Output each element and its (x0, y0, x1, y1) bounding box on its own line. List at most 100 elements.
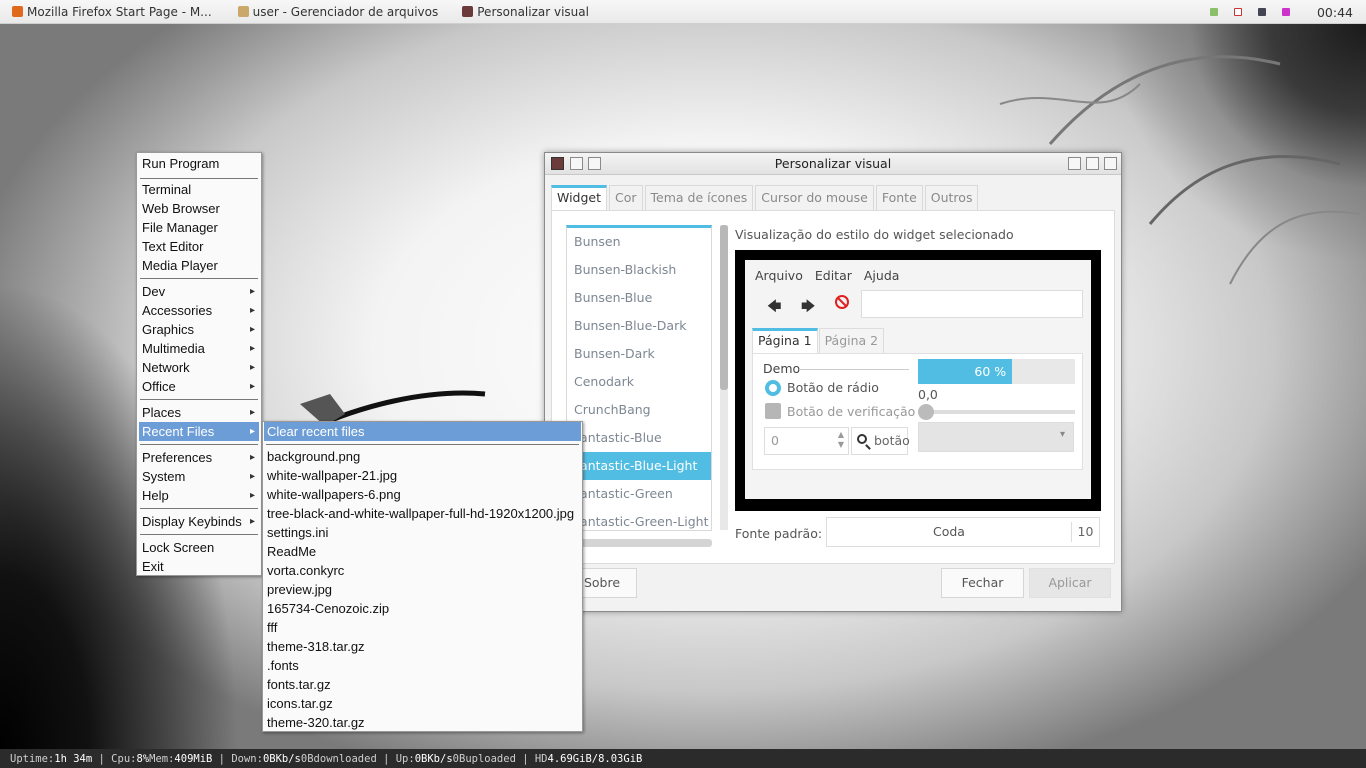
mem-value: 409MiB (174, 752, 213, 765)
theme-item[interactable]: Bunsen (567, 228, 711, 256)
menu-dev[interactable]: Dev (139, 282, 259, 301)
scrollbar-thumb[interactable] (720, 225, 728, 390)
theme-item[interactable]: Fantastic-Blue (567, 424, 711, 452)
theme-list-hscrollbar[interactable] (566, 539, 712, 547)
tab-cursor[interactable]: Cursor do mouse (755, 185, 874, 211)
menu-run-program[interactable]: Run Program (139, 154, 259, 173)
appearance-icon (462, 6, 474, 17)
theme-item[interactable]: Cenodark (567, 368, 711, 396)
recent-file-item[interactable]: 165734-Cenozoic.zip (264, 599, 581, 618)
menu-separator (140, 399, 258, 400)
hd-value: 4.69GiB/8.03GiB (547, 752, 643, 765)
recent-file-item[interactable]: preview.jpg (264, 580, 581, 599)
volume-icon[interactable] (1282, 8, 1290, 16)
tab-tema-icones[interactable]: Tema de ícones (644, 185, 754, 211)
theme-item[interactable]: Bunsen-Dark (567, 340, 711, 368)
recent-file-item[interactable]: white-wallpapers-6.png (264, 485, 581, 504)
task-firefox[interactable]: Mozilla Firefox Start Page - M... (0, 0, 220, 24)
menu-help[interactable]: Help (139, 486, 259, 505)
clear-recent-files[interactable]: Clear recent files (264, 422, 581, 441)
recent-file-item[interactable]: vorta.conkyrc (264, 561, 581, 580)
menu-exit[interactable]: Exit (139, 557, 259, 576)
recent-file-item[interactable]: settings.ini (264, 523, 581, 542)
menu-recent-files[interactable]: Recent Files (139, 422, 259, 441)
task-personalizar[interactable]: Personalizar visual (450, 0, 597, 24)
preview-menu-ajuda[interactable]: Ajuda (864, 268, 900, 283)
close-dialog-button[interactable]: Fechar (941, 568, 1024, 598)
preview-label: Visualização do estilo do widget selecio… (735, 227, 1014, 242)
preview-entry[interactable] (861, 290, 1083, 318)
menu-graphics[interactable]: Graphics (139, 320, 259, 339)
close-button[interactable] (1104, 157, 1117, 170)
preview-menu-editar[interactable]: Editar (815, 268, 852, 283)
battery-icon[interactable] (1234, 8, 1242, 16)
spin-arrows-icon[interactable]: ▲ ▼ (838, 430, 844, 450)
recent-file-item[interactable]: fonts.tar.gz (264, 675, 581, 694)
theme-list-scrollbar[interactable] (720, 225, 728, 530)
checkbox[interactable] (765, 403, 781, 419)
clock[interactable]: 00:44 (1304, 5, 1366, 20)
menu-web-browser[interactable]: Web Browser (139, 199, 259, 218)
task-file-manager[interactable]: user - Gerenciador de arquivos (226, 0, 447, 24)
maximize-button[interactable] (1086, 157, 1099, 170)
preview-menu-arquivo[interactable]: Arquivo (755, 268, 803, 283)
menu-media-player[interactable]: Media Player (139, 256, 259, 275)
menu-multimedia[interactable]: Multimedia (139, 339, 259, 358)
preview-tab-2[interactable]: Página 2 (818, 328, 885, 354)
menu-system[interactable]: System (139, 467, 259, 486)
recent-file-item[interactable]: theme-320.tar.gz (264, 713, 581, 732)
menu-lock-screen[interactable]: Lock Screen (139, 538, 259, 557)
font-label: Fonte padrão: (735, 526, 823, 541)
recent-file-item[interactable]: theme-318.tar.gz (264, 637, 581, 656)
theme-item[interactable]: Bunsen-Blackish (567, 256, 711, 284)
theme-item[interactable]: Fantastic-Green (567, 480, 711, 508)
menu-office[interactable]: Office (139, 377, 259, 396)
stop-icon[interactable] (835, 295, 849, 309)
recent-file-item[interactable]: tree-black-and-white-wallpaper-full-hd-1… (264, 504, 581, 523)
recent-file-item[interactable]: background.png (264, 447, 581, 466)
theme-item[interactable]: Bunsen-Blue (567, 284, 711, 312)
demo-frame-line (799, 369, 909, 370)
search-button[interactable]: botão (851, 427, 910, 455)
menu-terminal[interactable]: Terminal (139, 180, 259, 199)
font-chooser-button[interactable]: Coda 10 (826, 517, 1100, 547)
recent-file-item[interactable]: ReadMe (264, 542, 581, 561)
window-titlebar[interactable]: Personalizar visual (545, 153, 1121, 175)
menu-network[interactable]: Network (139, 358, 259, 377)
recent-file-item[interactable]: fff (264, 618, 581, 637)
preview-tab-1[interactable]: Página 1 (752, 328, 818, 354)
tab-cor[interactable]: Cor (609, 185, 643, 211)
recent-file-item[interactable]: icons.tar.gz (264, 694, 581, 713)
menu-accessories[interactable]: Accessories (139, 301, 259, 320)
menu-preferences[interactable]: Preferences (139, 448, 259, 467)
forward-arrow-icon[interactable]: 🡆 (801, 296, 815, 320)
back-arrow-icon[interactable]: 🡄 (767, 296, 781, 320)
slider-handle[interactable] (918, 404, 934, 420)
recent-file-item[interactable]: .fonts (264, 656, 581, 675)
theme-item-selected[interactable]: Fantastic-Blue-Light (567, 452, 711, 480)
minimize-button[interactable] (1068, 157, 1081, 170)
theme-list[interactable]: Bunsen Bunsen-Blackish Bunsen-Blue Bunse… (566, 225, 712, 531)
widget-panel: Bunsen Bunsen-Blackish Bunsen-Blue Bunse… (551, 210, 1115, 564)
spin-button[interactable]: 0 ▲ ▼ (764, 427, 849, 455)
window-title: Personalizar visual (774, 156, 892, 171)
tab-outros[interactable]: Outros (924, 185, 979, 211)
theme-item[interactable]: Bunsen-Blue-Dark (567, 312, 711, 340)
radio-button[interactable] (765, 380, 781, 396)
theme-item[interactable]: Fantastic-Green-Light (567, 508, 711, 530)
menu-display-keybinds[interactable]: Display Keybinds (139, 512, 259, 531)
menu-separator (140, 508, 258, 509)
tab-fonte[interactable]: Fonte (875, 185, 923, 211)
menu-places[interactable]: Places (139, 403, 259, 422)
tab-widget[interactable]: Widget (551, 185, 608, 211)
openbox-root-menu: Run Program Terminal Web Browser File Ma… (136, 152, 262, 576)
theme-item[interactable]: CrunchBang (567, 396, 711, 424)
combo-box[interactable] (918, 422, 1074, 452)
menu-file-manager[interactable]: File Manager (139, 218, 259, 237)
network-icon[interactable] (1210, 8, 1218, 16)
scale-slider[interactable] (918, 404, 1075, 420)
menu-text-editor[interactable]: Text Editor (139, 237, 259, 256)
apply-button[interactable]: Aplicar (1029, 568, 1111, 598)
clipboard-icon[interactable] (1258, 8, 1266, 16)
recent-file-item[interactable]: white-wallpaper-21.jpg (264, 466, 581, 485)
